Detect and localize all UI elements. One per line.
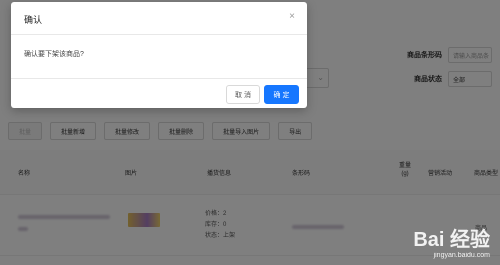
dialog-divider [11, 34, 307, 35]
dialog-footer-divider [11, 78, 307, 79]
cancel-button[interactable]: 取 消 [226, 85, 260, 104]
dialog-title: 确认 [24, 15, 43, 25]
watermark-logo: Bai 经验 [413, 229, 490, 251]
dialog-message: 确认要下架该商品? [24, 51, 84, 58]
ok-button[interactable]: 确 定 [264, 85, 299, 104]
watermark: Bai 经验 jingyan.baidu.com [413, 223, 490, 259]
close-icon[interactable]: × [289, 11, 295, 22]
watermark-url: jingyan.baidu.com [433, 252, 490, 259]
confirm-dialog: 确认 × 确认要下架该商品? 取 消 确 定 [11, 2, 307, 108]
